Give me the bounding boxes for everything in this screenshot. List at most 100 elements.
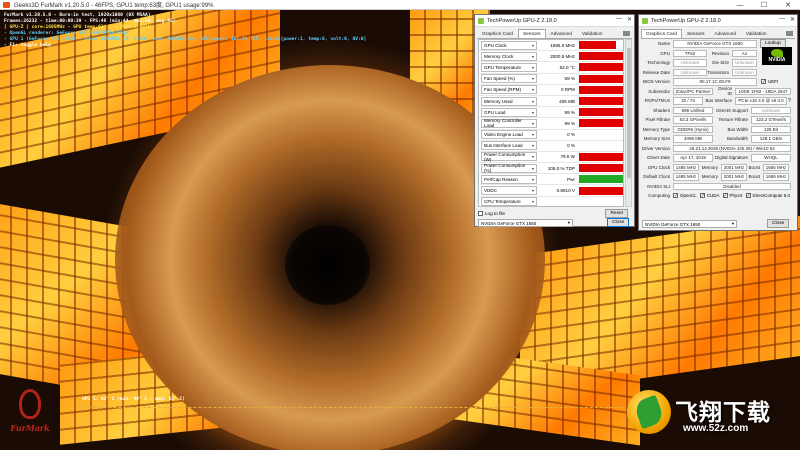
value-nvidia-sli: Disabled <box>673 182 791 190</box>
sensor-name-dropdown[interactable]: Memory Clock ▾ <box>481 51 537 61</box>
sensor-list-scrollbar[interactable] <box>625 39 632 207</box>
close-button[interactable]: ✕ <box>790 16 795 23</box>
label-gpu-clock: GPU Clock <box>647 164 670 170</box>
sensor-name-dropdown[interactable]: GPU Temperature ▾ <box>481 62 537 72</box>
sensor-row: GPU Temperature ▾ 62.0 °C <box>479 62 623 74</box>
sensor-name: VDDC <box>484 188 498 194</box>
value-revision: A1 <box>732 49 757 57</box>
sensor-name-dropdown[interactable]: Fan Speed (RPM) ▾ <box>481 85 537 95</box>
label-memory-type: Memory Type <box>642 126 670 132</box>
chevron-down-icon: ▾ <box>531 120 534 126</box>
sensor-value: 0.8810 V <box>556 188 575 194</box>
sensors-gpu-select[interactable]: NVIDIA GeForce GTX 1650 ▾ <box>478 219 573 227</box>
sensors-window-controls: — ✕ <box>616 16 632 23</box>
close-button[interactable]: ✕ <box>627 16 632 23</box>
value-device-id: 10DE 1F82 - 19DA 2547 <box>735 87 791 95</box>
sensor-graph <box>579 119 623 128</box>
sensor-value: 79.5 W <box>560 154 575 160</box>
sensor-name-dropdown[interactable]: Memory Controller Load ▾ <box>481 118 537 128</box>
card-window-title: TechPowerUp GPU-Z 2.18.0 <box>651 17 721 24</box>
tab-advanced[interactable]: Advanced <box>710 29 741 38</box>
tab-sensors[interactable]: Sensors <box>682 29 710 38</box>
label-name: Name <box>657 41 670 47</box>
sensor-name-dropdown[interactable]: Power Consumption (W) ▾ <box>481 151 537 162</box>
minimize-button[interactable]: — <box>616 16 622 23</box>
label-default-clock: Default Clock <box>643 174 670 180</box>
value-gpu-clock: 1485 MHz <box>673 163 699 171</box>
sensor-graph <box>579 41 623 50</box>
tab-validation[interactable]: Validation <box>741 29 772 38</box>
sensor-name-dropdown[interactable]: Fan Speed (%) ▾ <box>481 74 537 84</box>
sensor-graph-fill <box>579 97 623 106</box>
sensors-window-titlebar[interactable]: TechPowerUp GPU-Z 2.18.0 — ✕ <box>475 15 634 27</box>
sensor-name-dropdown[interactable]: Power Consumption (%) ▾ <box>481 163 537 173</box>
help-icon[interactable]: ? <box>788 98 791 104</box>
window-controls: — ☐ ✕ <box>728 0 800 10</box>
value-bus-width: 128 Bit <box>751 125 791 133</box>
minimize-button[interactable]: — <box>779 16 785 23</box>
label-technology: Technology <box>647 60 670 66</box>
card-window-titlebar[interactable]: TechPowerUp GPU-Z 2.18.0 — ✕ <box>639 15 797 27</box>
reset-button[interactable]: Reset <box>605 209 628 218</box>
sensor-graph <box>579 74 623 83</box>
gpu-temperature-graph-label: GPU 1: 63° C (min: 40° C - max: 63° C) <box>82 397 185 402</box>
tab-sensors[interactable]: Sensors <box>517 29 546 38</box>
tab-graphics-card[interactable]: Graphics Card <box>477 29 518 38</box>
scrollbar-thumb[interactable] <box>627 48 631 178</box>
sensor-row: Memory Clock ▾ 2000.5 MHz <box>479 51 623 63</box>
tab-advanced[interactable]: Advanced <box>546 29 577 38</box>
screenshot-camera-icon[interactable] <box>786 31 793 36</box>
sensor-name-dropdown[interactable]: Video Engine Load ▾ <box>481 130 537 140</box>
sensor-graph <box>579 97 623 106</box>
label-bus-width: Bus Width <box>727 126 748 132</box>
furmark-logo-text: FurMark <box>10 423 50 433</box>
sensor-name: CPU Temperature <box>484 199 521 205</box>
sensor-graph <box>579 108 623 117</box>
minimize-button[interactable]: — <box>728 0 752 10</box>
sensor-graph <box>579 85 623 94</box>
sensor-value: 0 % <box>567 132 575 138</box>
gpuz-sensors-window[interactable]: TechPowerUp GPU-Z 2.18.0 — ✕ Graphics Ca… <box>474 14 635 227</box>
tab-graphics-card[interactable]: Graphics Card <box>641 29 682 38</box>
furmark-titlebar[interactable]: Geeks3D FurMark v1.20.5.0 - 46FPS, GPU1 … <box>0 0 800 10</box>
sensor-name-dropdown[interactable]: GPU Clock ▾ <box>481 40 537 50</box>
chevron-down-icon: ▾ <box>531 42 534 48</box>
sensor-name-dropdown[interactable]: GPU Load ▾ <box>481 107 537 117</box>
sensor-name-dropdown[interactable]: Bus Interface Load ▾ <box>481 141 537 151</box>
sensor-name-dropdown[interactable]: CPU Temperature ▾ <box>481 197 537 206</box>
sensor-name-dropdown[interactable]: Memory Used ▾ <box>481 96 537 106</box>
card-gpu-select[interactable]: NVIDIA GeForce GTX 1650 ▾ <box>642 220 737 228</box>
label-subvendor: Subvendor <box>648 88 670 94</box>
chevron-down-icon: ▾ <box>531 53 534 59</box>
close-button[interactable]: ✕ <box>776 0 800 10</box>
sensor-name: Power Consumption (W) <box>484 151 526 162</box>
sensor-name-dropdown[interactable]: PerfCap Reason ▾ <box>481 174 537 184</box>
sensors-close-button[interactable]: Close <box>607 218 630 227</box>
sensor-graph-fill <box>579 52 623 61</box>
sensor-value: 106.0 % TDP <box>547 165 575 171</box>
gpuz-card-window[interactable]: TechPowerUp GPU-Z 2.18.0 — ✕ Graphics Ca… <box>638 14 798 231</box>
sensor-name-dropdown[interactable]: VDDC ▾ <box>481 186 537 196</box>
value-bandwidth: 128.1 GB/s <box>751 135 791 143</box>
sensor-name: Fan Speed (%) <box>484 76 515 82</box>
maximize-button[interactable]: ☐ <box>752 0 776 10</box>
sensor-value: 99 % <box>564 120 575 126</box>
sensor-graph <box>579 197 623 206</box>
sensor-graph-fill <box>579 164 623 173</box>
nvidia-logo: NVIDIA <box>762 47 792 65</box>
value-boost-clock: 1665 MHz <box>763 163 789 171</box>
sensor-row: Video Engine Load ▾ 0 % <box>479 130 623 141</box>
overlay-gpu1-info: - GPU 1 (GeForce GTX 1650) - core: 1695M… <box>4 37 367 42</box>
sensor-row: Memory Used ▾ 405 MB <box>479 96 623 108</box>
tab-validation[interactable]: Validation <box>577 29 608 38</box>
label-default-boost: Boost <box>748 174 760 180</box>
watermark-url: www.52z.com <box>683 423 749 434</box>
screenshot-camera-icon[interactable] <box>623 31 630 36</box>
chevron-down-icon: ▾ <box>567 220 570 225</box>
card-close-button[interactable]: Close <box>767 219 790 228</box>
sensor-graph-fill <box>579 175 623 184</box>
log-to-file-checkbox[interactable] <box>478 211 483 216</box>
chevron-down-icon: ▾ <box>531 64 534 70</box>
chevron-down-icon: ▾ <box>531 176 534 182</box>
sensor-name: GPU Clock <box>484 42 507 48</box>
